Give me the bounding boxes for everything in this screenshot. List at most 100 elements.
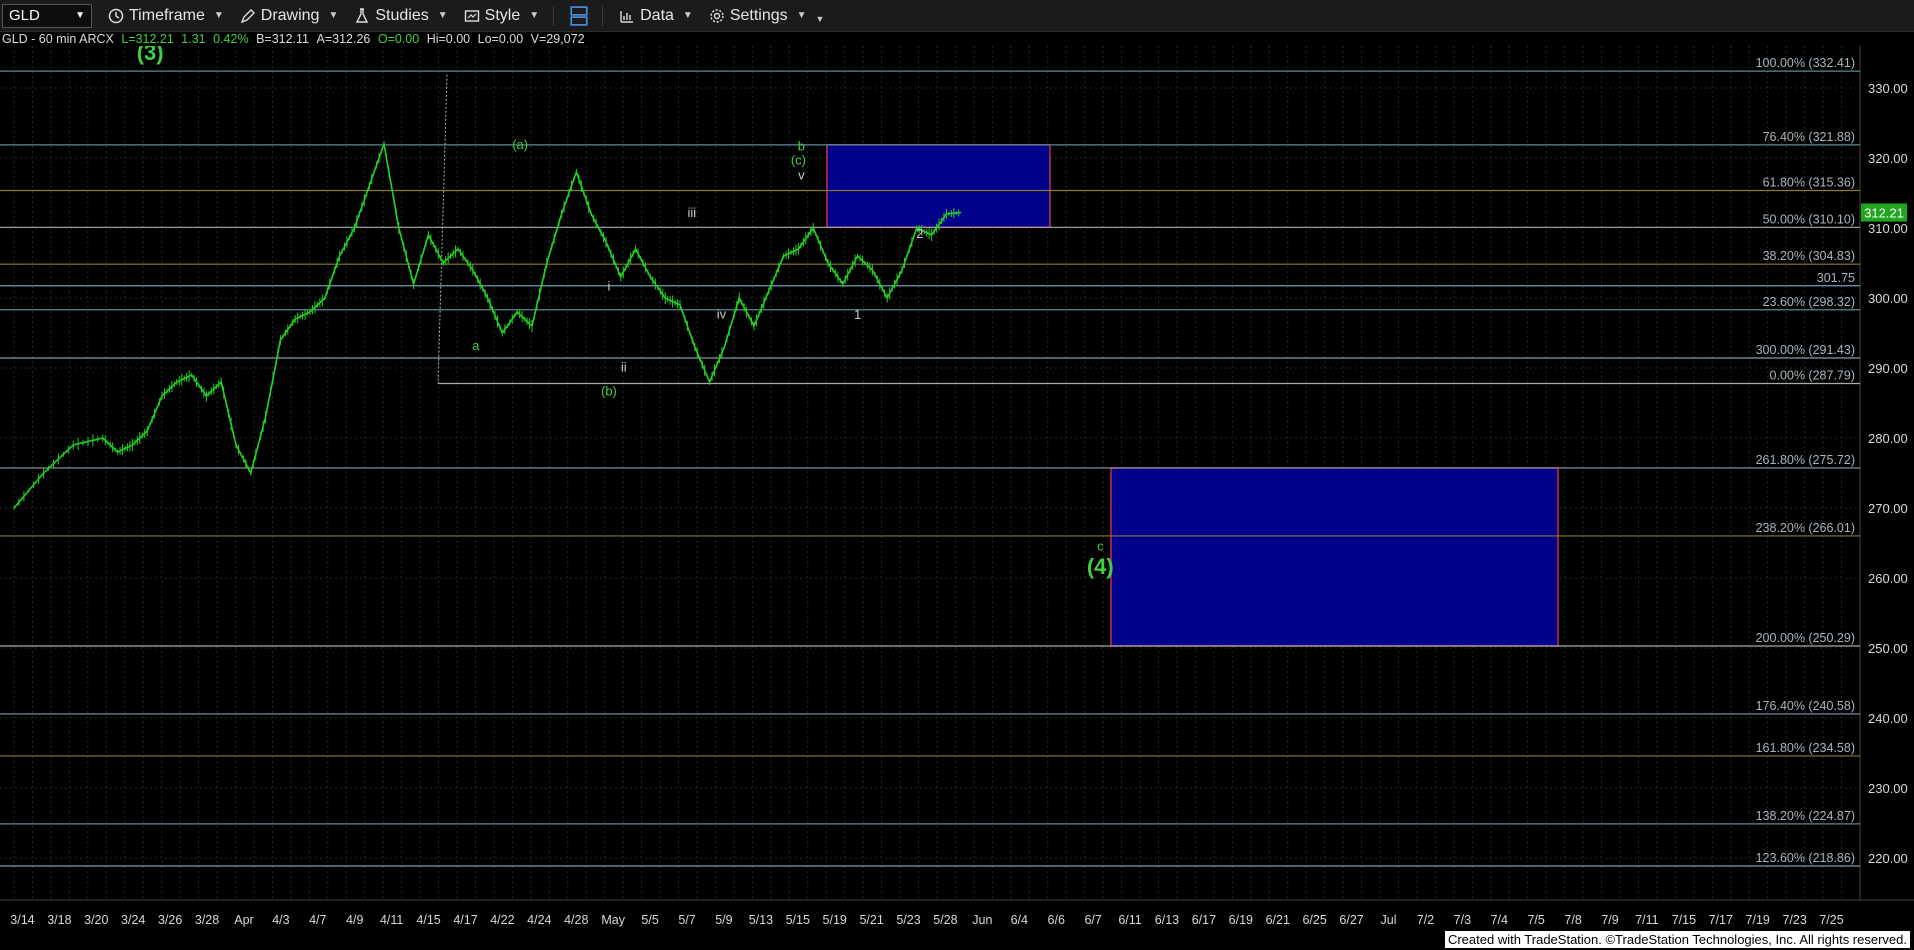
low-price: Lo=0.00 bbox=[477, 32, 524, 46]
fib-level-label: 300.00% (291.43) bbox=[1756, 343, 1855, 357]
style-menu[interactable]: Style ▼ bbox=[464, 7, 539, 25]
x-tick-label: 5/19 bbox=[823, 913, 847, 927]
x-tick-label: 6/6 bbox=[1048, 913, 1065, 927]
x-tick-label: Jun bbox=[972, 913, 992, 927]
studies-icon bbox=[354, 7, 370, 24]
x-tick-label: Apr bbox=[234, 913, 253, 927]
wave-label: (a) bbox=[512, 137, 528, 152]
y-tick-label: 280.00 bbox=[1868, 431, 1908, 446]
x-tick-label: 3/26 bbox=[158, 913, 182, 927]
x-tick-label: 4/11 bbox=[380, 913, 403, 927]
b-target-box bbox=[826, 144, 1051, 229]
y-tick-label: 260.00 bbox=[1868, 571, 1908, 586]
x-tick-label: 7/3 bbox=[1454, 913, 1471, 927]
x-tick-label: 6/4 bbox=[1011, 913, 1028, 927]
x-tick-label: 6/17 bbox=[1192, 913, 1216, 927]
wave-label: a bbox=[472, 338, 480, 353]
x-tick-label: 4/9 bbox=[346, 913, 363, 927]
x-tick-label: Jul bbox=[1381, 913, 1397, 927]
chart-toolbar: GLD ▼ Timeframe ▼ Drawing ▼ Studies ▼ St… bbox=[0, 0, 1914, 32]
x-tick-label: 3/14 bbox=[10, 913, 34, 927]
x-tick-label: 3/20 bbox=[84, 913, 108, 927]
symbol-input[interactable]: GLD ▼ bbox=[2, 3, 92, 28]
y-tick-label: 250.00 bbox=[1868, 641, 1908, 656]
open-price: O=0.00 bbox=[377, 32, 420, 46]
more-icon: ▼ bbox=[815, 13, 825, 24]
fib-level-label: 38.20% (304.83) bbox=[1763, 249, 1855, 263]
settings-label: Settings bbox=[729, 6, 788, 24]
drawing-icon bbox=[240, 8, 256, 24]
x-tick-label: 6/27 bbox=[1339, 913, 1363, 927]
x-tick-label: 4/7 bbox=[309, 913, 326, 927]
wave-label: 1 bbox=[854, 307, 861, 322]
fib-level-label: 76.40% (321.88) bbox=[1763, 130, 1855, 144]
timeframe-menu[interactable]: Timeframe ▼ bbox=[108, 7, 224, 25]
x-tick-label: 4/17 bbox=[453, 913, 477, 927]
wave-label: ii bbox=[621, 360, 627, 375]
x-tick-label: 5/23 bbox=[896, 913, 920, 927]
fib-level-label: 123.60% (218.86) bbox=[1756, 851, 1855, 865]
x-tick-label: 6/21 bbox=[1266, 913, 1290, 927]
x-tick-label: 3/18 bbox=[47, 913, 71, 927]
fib-level-label: 138.20% (224.87) bbox=[1756, 809, 1855, 823]
chevron-down-icon: ▼ bbox=[328, 10, 339, 21]
fib-level-label: 23.60% (298.32) bbox=[1763, 295, 1855, 309]
timeframe-icon bbox=[108, 8, 124, 24]
wave-label: (4) bbox=[1087, 554, 1114, 579]
bid-price: B=312.11 bbox=[256, 32, 310, 46]
x-tick-label: 6/7 bbox=[1084, 913, 1101, 927]
x-tick-label: 5/9 bbox=[715, 913, 732, 927]
y-tick-label: 220.00 bbox=[1868, 851, 1908, 866]
percent-change: 0.42% bbox=[213, 32, 249, 46]
last-price: L=312.21 bbox=[121, 32, 174, 46]
symbol-dropdown-icon[interactable]: ▼ bbox=[75, 10, 85, 21]
wave-label: v bbox=[798, 168, 805, 183]
y-tick-label: 230.00 bbox=[1868, 781, 1908, 796]
x-tick-label: 7/5 bbox=[1527, 913, 1544, 927]
x-tick-label: 7/4 bbox=[1491, 913, 1508, 927]
x-tick-label: 4/3 bbox=[272, 913, 289, 927]
x-tick-label: 7/15 bbox=[1672, 913, 1696, 927]
wave-label: (c) bbox=[791, 152, 806, 167]
settings-icon bbox=[709, 8, 725, 24]
x-tick-label: May bbox=[601, 913, 625, 927]
wave-label: 2 bbox=[916, 226, 923, 241]
ask-price: A=312.26 bbox=[316, 32, 371, 46]
x-tick-label: 5/5 bbox=[641, 913, 658, 927]
x-tick-label: 4/24 bbox=[527, 913, 551, 927]
settings-menu[interactable]: Settings ▼ ▼ bbox=[709, 6, 825, 25]
x-tick-label: 3/24 bbox=[121, 913, 145, 927]
chevron-down-icon: ▼ bbox=[682, 10, 693, 21]
x-tick-label: 7/2 bbox=[1417, 913, 1434, 927]
layout-button[interactable] bbox=[570, 5, 588, 26]
drawing-label: Drawing bbox=[260, 6, 320, 24]
wave-label: iii bbox=[688, 205, 697, 220]
y-tick-label: 330.00 bbox=[1868, 81, 1908, 96]
x-tick-label: 6/19 bbox=[1229, 913, 1253, 927]
x-tick-label: 5/13 bbox=[749, 913, 773, 927]
data-label: Data bbox=[640, 6, 674, 24]
style-icon bbox=[464, 8, 480, 24]
studies-menu[interactable]: Studies ▼ bbox=[354, 7, 448, 25]
price-chart[interactable]: 220.00 230.00 240.00 250.00 260.00 270.00 280.… bbox=[0, 46, 1914, 932]
data-menu[interactable]: Data ▼ bbox=[619, 7, 693, 25]
wave-label: (b) bbox=[601, 383, 617, 398]
drawing-menu[interactable]: Drawing ▼ bbox=[240, 6, 339, 25]
fib-level-label: 61.80% (315.36) bbox=[1763, 175, 1855, 189]
x-tick-label: 6/13 bbox=[1155, 913, 1179, 927]
x-tick-label: 5/28 bbox=[933, 913, 957, 927]
y-tick-label: 270.00 bbox=[1868, 501, 1908, 516]
x-tick-label: 4/22 bbox=[490, 913, 514, 927]
style-label: Style bbox=[484, 6, 521, 24]
fib-level-label: 100.00% (332.41) bbox=[1756, 56, 1855, 70]
fib-level-label: 50.00% (310.10) bbox=[1763, 212, 1855, 226]
x-tick-label: 7/9 bbox=[1601, 913, 1618, 927]
symbol-value: GLD bbox=[9, 7, 40, 24]
x-tick-label: 7/25 bbox=[1819, 913, 1843, 927]
x-tick-label: 4/28 bbox=[564, 913, 588, 927]
y-tick-label: 240.00 bbox=[1868, 711, 1908, 726]
wave-label: b bbox=[798, 138, 805, 153]
y-tick-label: 320.00 bbox=[1868, 151, 1908, 166]
fib-level-label: 261.80% (275.72) bbox=[1756, 453, 1855, 467]
chevron-down-icon: ▼ bbox=[796, 10, 807, 21]
